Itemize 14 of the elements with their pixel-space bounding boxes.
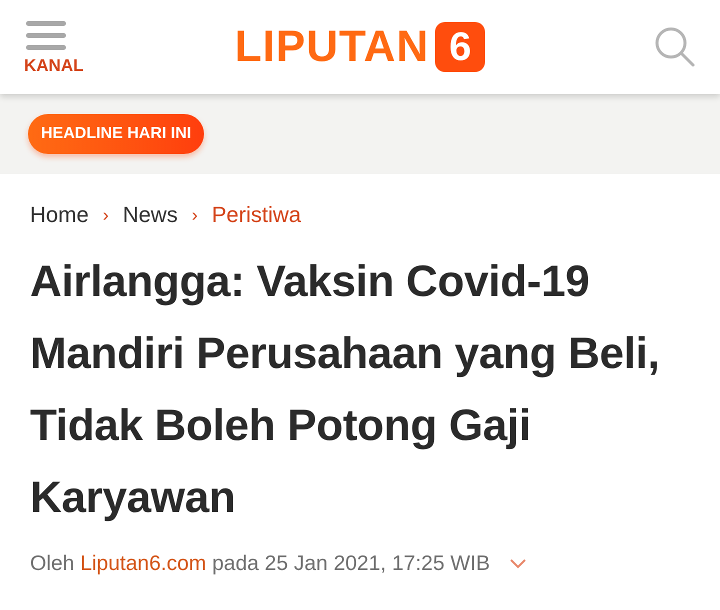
author-link[interactable]: Liputan6.com — [80, 552, 206, 575]
menu-icon[interactable] — [26, 20, 68, 50]
breadcrumb-separator: › — [192, 206, 198, 224]
search-icon[interactable] — [654, 26, 696, 68]
article-byline: Oleh Liputan6.com pada 25 Jan 2021, 17:25 WIB — [30, 551, 490, 577]
breadcrumb-link[interactable]: News — [122, 204, 178, 226]
breadcrumb-separator: › — [102, 206, 109, 224]
menu-label[interactable]: KANAL — [24, 56, 84, 74]
logo[interactable]: LIPUTAN 6 — [234, 22, 486, 72]
breadcrumb-link[interactable]: Home — [30, 204, 89, 226]
headline-button[interactable]: HEADLINE HARI INI — [28, 114, 204, 154]
article-title: Airlangga: Vaksin Covid-19 Mandiri Perusahaan yang Beli, Tidak Boleh Potong Gaji Karyawan — [30, 256, 660, 524]
chevron-down-icon[interactable] — [510, 558, 526, 569]
breadcrumb-link[interactable]: Peristiwa — [212, 204, 301, 226]
